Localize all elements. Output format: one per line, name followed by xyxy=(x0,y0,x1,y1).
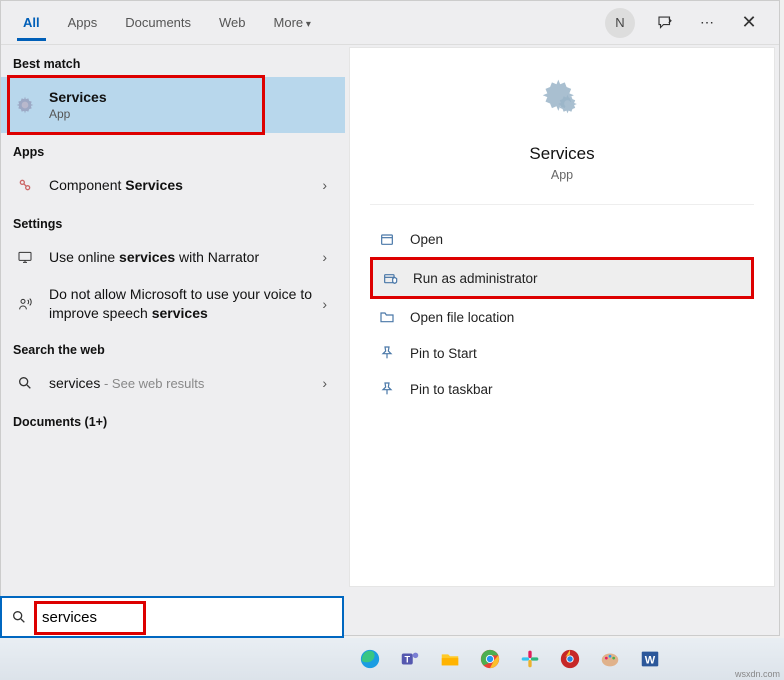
tab-web[interactable]: Web xyxy=(205,5,260,40)
pin-taskbar-icon xyxy=(378,380,396,398)
services-gear-large-icon xyxy=(350,76,774,130)
setting1-bold: services xyxy=(152,305,208,321)
chevron-right-icon[interactable]: › xyxy=(316,375,333,391)
best-match-title: Services xyxy=(49,89,107,105)
results-column: Best match Services App Apps Component S… xyxy=(1,45,345,591)
setting0-bold: services xyxy=(119,249,175,265)
action-run-admin-label: Run as administrator xyxy=(413,271,538,286)
tab-apps[interactable]: Apps xyxy=(54,5,112,40)
feedback-icon[interactable] xyxy=(653,11,677,35)
search-icon xyxy=(13,371,37,395)
monitor-icon xyxy=(13,245,37,269)
folder-icon xyxy=(378,308,396,326)
windows-search-panel: All Apps Documents Web More N ⋯ ✕ Best m… xyxy=(0,0,780,636)
details-title: Services xyxy=(350,144,774,164)
close-icon[interactable]: ✕ xyxy=(737,11,761,35)
action-open-loc-label: Open file location xyxy=(410,310,514,325)
section-best-match: Best match xyxy=(1,45,345,77)
action-open-label: Open xyxy=(410,232,443,247)
user-avatar[interactable]: N xyxy=(605,8,635,38)
action-open[interactable]: Open xyxy=(370,221,754,257)
action-pin-taskbar-label: Pin to taskbar xyxy=(410,382,493,397)
result-setting-narrator[interactable]: Use online services with Narrator › xyxy=(1,237,345,277)
action-pin-to-taskbar[interactable]: Pin to taskbar xyxy=(370,371,754,407)
details-subtitle: App xyxy=(350,168,774,182)
component-icon xyxy=(13,173,37,197)
details-pane: Services App Open Run as administrator xyxy=(349,47,775,587)
chevron-right-icon[interactable]: › xyxy=(316,249,333,265)
search-input[interactable] xyxy=(36,605,342,630)
taskbar-word-icon[interactable]: W xyxy=(632,643,668,675)
taskbar-paint-icon[interactable] xyxy=(592,643,628,675)
taskbar-explorer-icon[interactable] xyxy=(432,643,468,675)
svg-text:W: W xyxy=(645,655,656,667)
tab-documents[interactable]: Documents xyxy=(111,5,205,40)
taskbar: T W xyxy=(0,638,784,680)
admin-shield-icon xyxy=(381,269,399,287)
best-match-subtitle: App xyxy=(49,107,333,121)
setting0-suf: with Narrator xyxy=(175,249,259,265)
taskbar-edge-icon[interactable] xyxy=(352,643,388,675)
section-search-web: Search the web xyxy=(1,331,345,363)
section-settings: Settings xyxy=(1,205,345,237)
chevron-right-icon[interactable]: › xyxy=(316,296,333,312)
search-tabs: All Apps Documents Web More N ⋯ ✕ xyxy=(1,1,779,45)
action-pin-to-start[interactable]: Pin to Start xyxy=(370,335,754,371)
tab-more[interactable]: More xyxy=(260,5,325,40)
taskbar-teams-icon[interactable]: T xyxy=(392,643,428,675)
taskbar-chrome-canary-icon[interactable] xyxy=(552,643,588,675)
tab-all[interactable]: All xyxy=(9,5,54,40)
taskbar-slack-icon[interactable] xyxy=(512,643,548,675)
result-web-search[interactable]: services - See web results › xyxy=(1,363,345,403)
action-run-as-admin[interactable]: Run as administrator xyxy=(370,257,754,299)
svg-text:T: T xyxy=(404,655,410,665)
open-icon xyxy=(378,230,396,248)
search-bar xyxy=(0,596,344,638)
app-bold: Services xyxy=(125,177,183,193)
result-setting-speech[interactable]: Do not allow Microsoft to use your voice… xyxy=(1,277,345,331)
section-apps: Apps xyxy=(1,133,345,165)
action-pin-start-label: Pin to Start xyxy=(410,346,477,361)
app-prefix: Component xyxy=(49,177,125,193)
web-hint: - See web results xyxy=(100,376,204,391)
setting0-pre: Use online xyxy=(49,249,119,265)
chevron-right-icon[interactable]: › xyxy=(316,177,333,193)
search-bar-icon xyxy=(2,609,36,625)
watermark: wsxdn.com xyxy=(735,669,780,679)
more-options-icon[interactable]: ⋯ xyxy=(695,11,719,35)
result-app-component-services[interactable]: Component Services › xyxy=(1,165,345,205)
section-documents: Documents (1+) xyxy=(1,403,345,435)
taskbar-chrome-icon[interactable] xyxy=(472,643,508,675)
services-gear-icon xyxy=(13,93,37,117)
person-voice-icon xyxy=(13,292,37,316)
web-term: services xyxy=(49,375,100,391)
result-best-match[interactable]: Services App xyxy=(1,77,345,133)
pin-start-icon xyxy=(378,344,396,362)
action-open-file-location[interactable]: Open file location xyxy=(370,299,754,335)
